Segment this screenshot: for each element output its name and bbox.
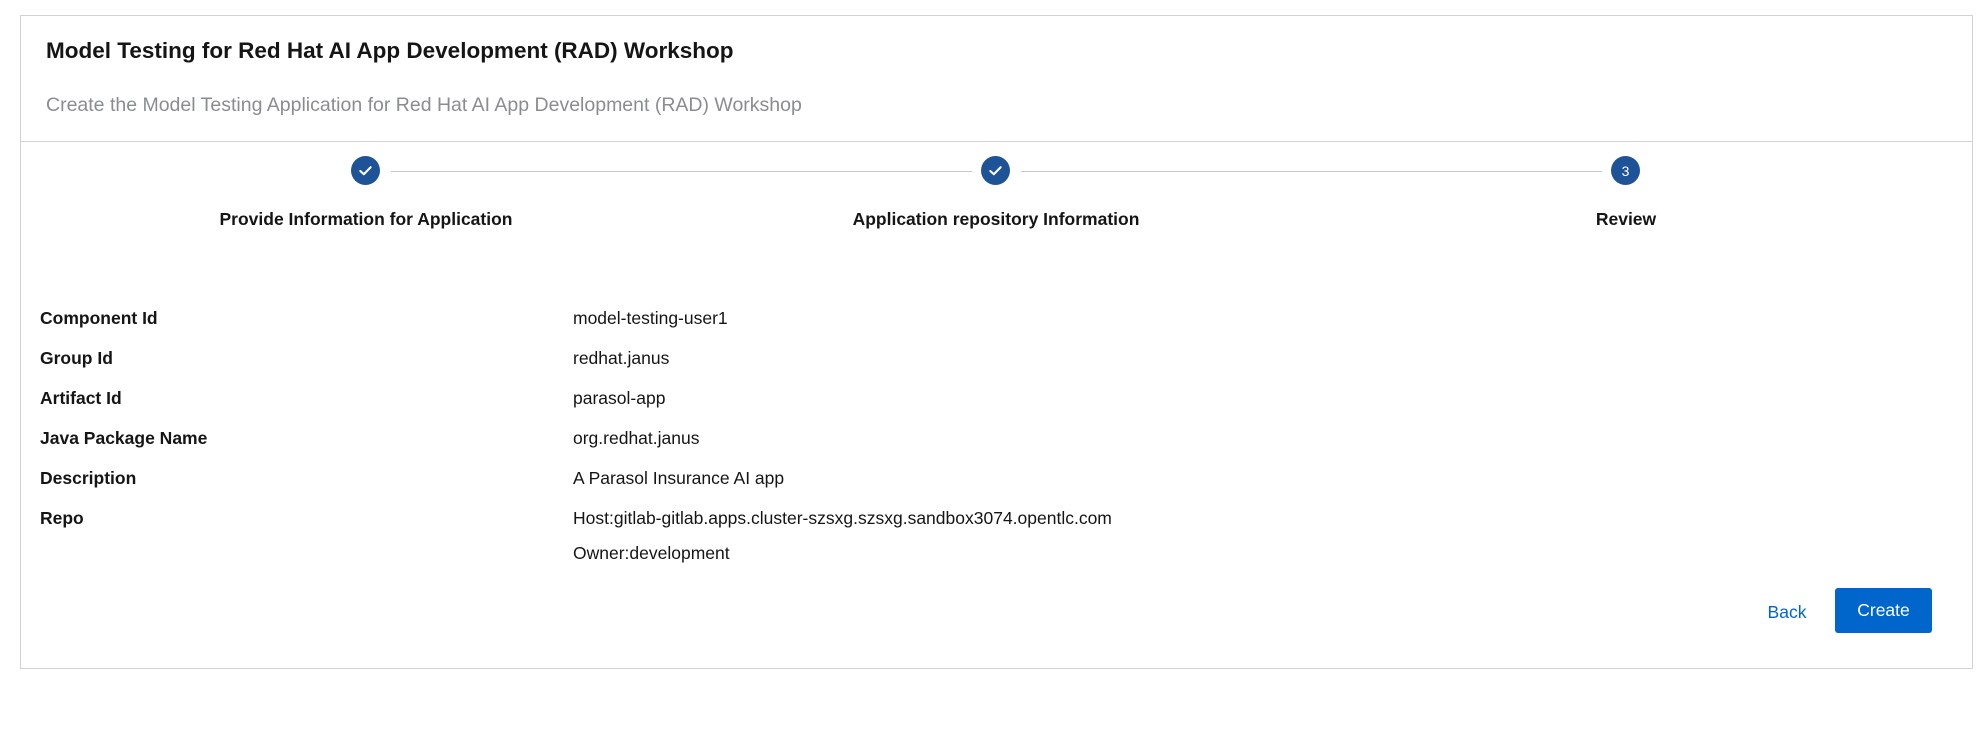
step-1-indicator[interactable] (351, 156, 380, 185)
back-button[interactable]: Back (1758, 590, 1816, 634)
field-label-group-id: Group Id (40, 348, 113, 368)
check-icon (359, 166, 372, 176)
field-value-java-package: org.redhat.janus (573, 428, 700, 448)
step-connector-1 (391, 171, 972, 172)
field-label-java-package: Java Package Name (40, 428, 208, 448)
step-3-indicator[interactable]: 3 (1611, 156, 1640, 185)
check-icon (989, 166, 1002, 176)
field-value-description: A Parasol Insurance AI app (573, 468, 785, 488)
step-3-label[interactable]: Review (1596, 209, 1656, 230)
step-1-label[interactable]: Provide Information for Application (220, 209, 513, 230)
step-3-number: 3 (1621, 162, 1630, 179)
field-label-artifact-id: Artifact Id (40, 388, 122, 408)
field-label-repo: Repo (40, 508, 84, 528)
page-title: Model Testing for Red Hat AI App Develop… (46, 38, 734, 63)
field-value-group-id: redhat.janus (573, 348, 670, 368)
step-2-label[interactable]: Application repository Information (853, 209, 1140, 230)
field-label-description: Description (40, 468, 137, 488)
create-button[interactable]: Create (1835, 588, 1932, 633)
template-wizard-card: Model Testing for Red Hat AI App Develop… (20, 15, 1973, 669)
field-label-component-id: Component Id (40, 308, 158, 328)
field-value-repo-owner: Owner:development (573, 543, 730, 563)
card-header: Model Testing for Red Hat AI App Develop… (21, 16, 1972, 142)
field-value-repo-host: Host:gitlab-gitlab.apps.cluster-szsxg.sz… (573, 508, 1112, 528)
step-connector-2 (1021, 171, 1602, 172)
step-2-indicator[interactable] (981, 156, 1010, 185)
page-subtitle: Create the Model Testing Application for… (46, 94, 802, 116)
field-value-component-id: model-testing-user1 (573, 308, 728, 328)
field-value-artifact-id: parasol-app (573, 388, 666, 408)
